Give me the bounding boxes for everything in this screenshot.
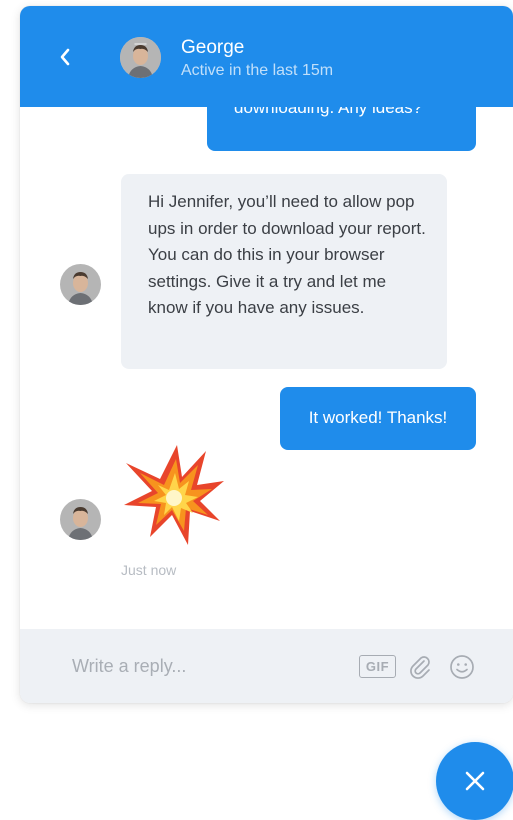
back-button[interactable] (50, 42, 80, 72)
agent-name: George (181, 37, 245, 58)
message-list[interactable]: downloading. Any ideas? Hi Jennifer, you… (20, 95, 513, 629)
message-text: Hi Jennifer, you’ll need to allow pop up… (148, 192, 426, 317)
agent-avatar (60, 264, 101, 305)
gif-button[interactable]: GIF (359, 655, 396, 678)
agent-avatar (60, 499, 101, 540)
message-text: It worked! Thanks! (308, 408, 448, 428)
collision-emoji-icon (120, 443, 226, 547)
smiley-icon (450, 655, 474, 679)
agent-status: Active in the last 15m (181, 62, 334, 79)
message-timestamp: Just now (121, 562, 177, 578)
chat-header: George Active in the last 15m (20, 6, 513, 107)
chevron-left-icon (60, 48, 70, 66)
chat-window: George Active in the last 15m downloadin… (20, 6, 513, 703)
agent-avatar (120, 37, 161, 78)
agent-message-bubble: Hi Jennifer, you’ll need to allow pop up… (121, 174, 447, 369)
composer-bar: GIF (20, 629, 513, 703)
user-message-bubble: It worked! Thanks! (280, 387, 476, 450)
reply-input[interactable] (72, 629, 342, 703)
close-chat-button[interactable] (436, 742, 513, 820)
emoji-button[interactable] (449, 654, 475, 680)
paperclip-icon (410, 656, 430, 679)
close-icon (465, 771, 485, 791)
attach-button[interactable] (407, 654, 433, 680)
